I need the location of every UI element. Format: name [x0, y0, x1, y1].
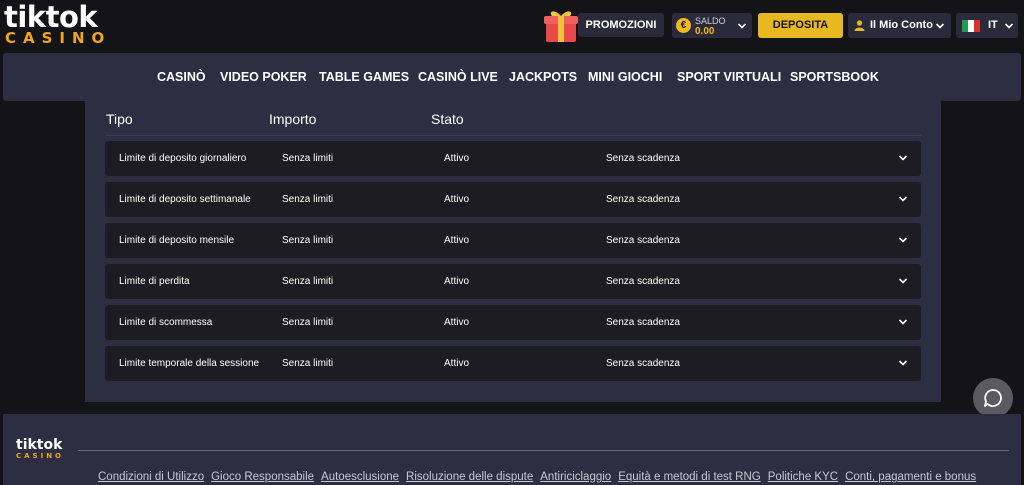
footer-link-rng-fairness[interactable]: Equità e metodi di test RNG — [618, 471, 761, 483]
limit-expiry: Senza scadenza — [606, 235, 680, 246]
chevron-down-icon[interactable] — [898, 317, 908, 327]
limit-amount: Senza limiti — [282, 153, 334, 164]
header-divider — [105, 135, 921, 136]
footer-link-responsible-gaming[interactable]: Gioco Responsabile — [211, 471, 314, 483]
nav-item-casino[interactable]: CASINÒ — [157, 53, 206, 101]
gift-icon — [544, 11, 578, 42]
limit-row[interactable]: Limite temporale della sessione Senza li… — [105, 346, 921, 381]
chevron-down-icon[interactable] — [898, 153, 908, 163]
site-logo[interactable]: tiktok CASINO — [4, 2, 116, 48]
limit-amount: Senza limiti — [282, 358, 334, 369]
promotions-label: PROMOZIONI — [578, 13, 664, 37]
limit-row[interactable]: Limite di deposito mensile Senza limiti … — [105, 223, 921, 258]
limit-row[interactable]: Limite di deposito giornaliero Senza lim… — [105, 141, 921, 176]
limit-amount: Senza limiti — [282, 235, 334, 246]
limit-type: Limite di scommessa — [119, 317, 213, 328]
balance-label: SALDO — [695, 16, 726, 26]
column-header-tipo: Tipo — [106, 111, 133, 127]
footer-link-disputes[interactable]: Risoluzione delle dispute — [406, 471, 533, 483]
footer-link-self-exclusion[interactable]: Autoesclusione — [321, 471, 399, 483]
limit-row[interactable]: Limite di deposito settimanale Senza lim… — [105, 182, 921, 217]
limit-expiry: Senza scadenza — [606, 358, 680, 369]
nav-item-sport-virtuali[interactable]: SPORT VIRTUALI — [677, 53, 781, 101]
footer-links: Condizioni di Utilizzo Gioco Responsabile… — [98, 471, 983, 483]
chevron-down-icon[interactable] — [898, 358, 908, 368]
chevron-down-icon — [935, 23, 945, 29]
site-footer: tiktok CASINO Condizioni di Utilizzo Gioc… — [3, 414, 1021, 485]
footer-logo-text-top: tiktok — [16, 437, 63, 453]
chevron-down-icon[interactable] — [898, 276, 908, 286]
limit-expiry: Senza scadenza — [606, 153, 680, 164]
coin-icon: € — [676, 18, 691, 33]
limit-type: Limite di deposito giornaliero — [119, 153, 247, 164]
balance-value: 0.00 — [695, 26, 715, 37]
limit-amount: Senza limiti — [282, 317, 334, 328]
limit-type: Limite di deposito settimanale — [119, 194, 251, 205]
deposit-button[interactable]: DEPOSITA — [758, 13, 843, 38]
limit-status: Attivo — [444, 153, 470, 164]
nav-item-video-poker[interactable]: VIDEO POKER — [220, 53, 307, 101]
chevron-down-icon[interactable] — [898, 194, 908, 204]
footer-logo[interactable]: tiktok CASINO — [16, 438, 64, 460]
footer-link-payments-bonus[interactable]: Conti, pagamenti e bonus — [845, 471, 976, 483]
language-label: IT — [988, 19, 998, 31]
limit-status: Attivo — [444, 194, 470, 205]
nav-item-jackpots[interactable]: JACKPOTS — [509, 53, 577, 101]
limit-amount: Senza limiti — [282, 276, 334, 287]
footer-link-terms[interactable]: Condizioni di Utilizzo — [98, 471, 204, 483]
limit-status: Attivo — [444, 358, 470, 369]
limit-status: Attivo — [444, 235, 470, 246]
chat-button[interactable] — [973, 378, 1013, 418]
logo-text-bottom: CASINO — [5, 29, 112, 47]
my-account-dropdown[interactable]: Il Mio Conto — [848, 13, 951, 38]
limit-type: Limite temporale della sessione — [119, 358, 260, 369]
my-account-label: Il Mio Conto — [870, 19, 933, 31]
nav-item-table-games[interactable]: TABLE GAMES — [319, 53, 409, 101]
chevron-down-icon — [737, 23, 747, 29]
promotions-button[interactable]: PROMOZIONI — [540, 6, 664, 44]
user-icon — [854, 20, 865, 31]
chevron-down-icon — [1004, 23, 1014, 29]
chat-icon — [984, 389, 1002, 407]
limit-status: Attivo — [444, 317, 470, 328]
limit-status: Attivo — [444, 276, 470, 287]
column-header-stato: Stato — [431, 111, 464, 127]
limit-expiry: Senza scadenza — [606, 194, 680, 205]
limit-expiry: Senza scadenza — [606, 276, 680, 287]
nav-item-mini-giochi[interactable]: MINI GIOCHI — [588, 53, 662, 101]
limit-amount: Senza limiti — [282, 194, 334, 205]
footer-logo-text-bottom: CASINO — [16, 452, 65, 460]
limit-row[interactable]: Limite di scommessa Senza limiti Attivo … — [105, 305, 921, 340]
nav-item-sportsbook[interactable]: SPORTSBOOK — [790, 53, 879, 101]
limits-panel: Tipo Importo Stato Limite di deposito gi… — [85, 101, 941, 402]
nav-item-casino-live[interactable]: CASINÒ LIVE — [418, 53, 498, 101]
footer-divider — [78, 450, 1009, 451]
language-dropdown[interactable]: IT — [956, 13, 1018, 38]
limit-type: Limite di perdita — [119, 276, 190, 287]
limit-row[interactable]: Limite di perdita Senza limiti Attivo Se… — [105, 264, 921, 299]
footer-link-kyc[interactable]: Politiche KYC — [768, 471, 838, 483]
column-header-importo: Importo — [269, 111, 317, 127]
logo-text-top: tiktok — [4, 0, 98, 34]
top-header: tiktok CASINO PROMOZIONI € SALDO 0.00 DE… — [0, 0, 1024, 52]
chevron-down-icon[interactable] — [898, 235, 908, 245]
main-nav: CASINÒ VIDEO POKER TABLE GAMES CASINÒ LI… — [3, 53, 1021, 101]
footer-link-anti-money-laundering[interactable]: Antiriciclaggio — [540, 471, 611, 483]
limit-expiry: Senza scadenza — [606, 317, 680, 328]
italy-flag-icon — [962, 20, 980, 32]
limit-type: Limite di deposito mensile — [119, 235, 235, 246]
balance-dropdown[interactable]: € SALDO 0.00 — [672, 13, 752, 38]
